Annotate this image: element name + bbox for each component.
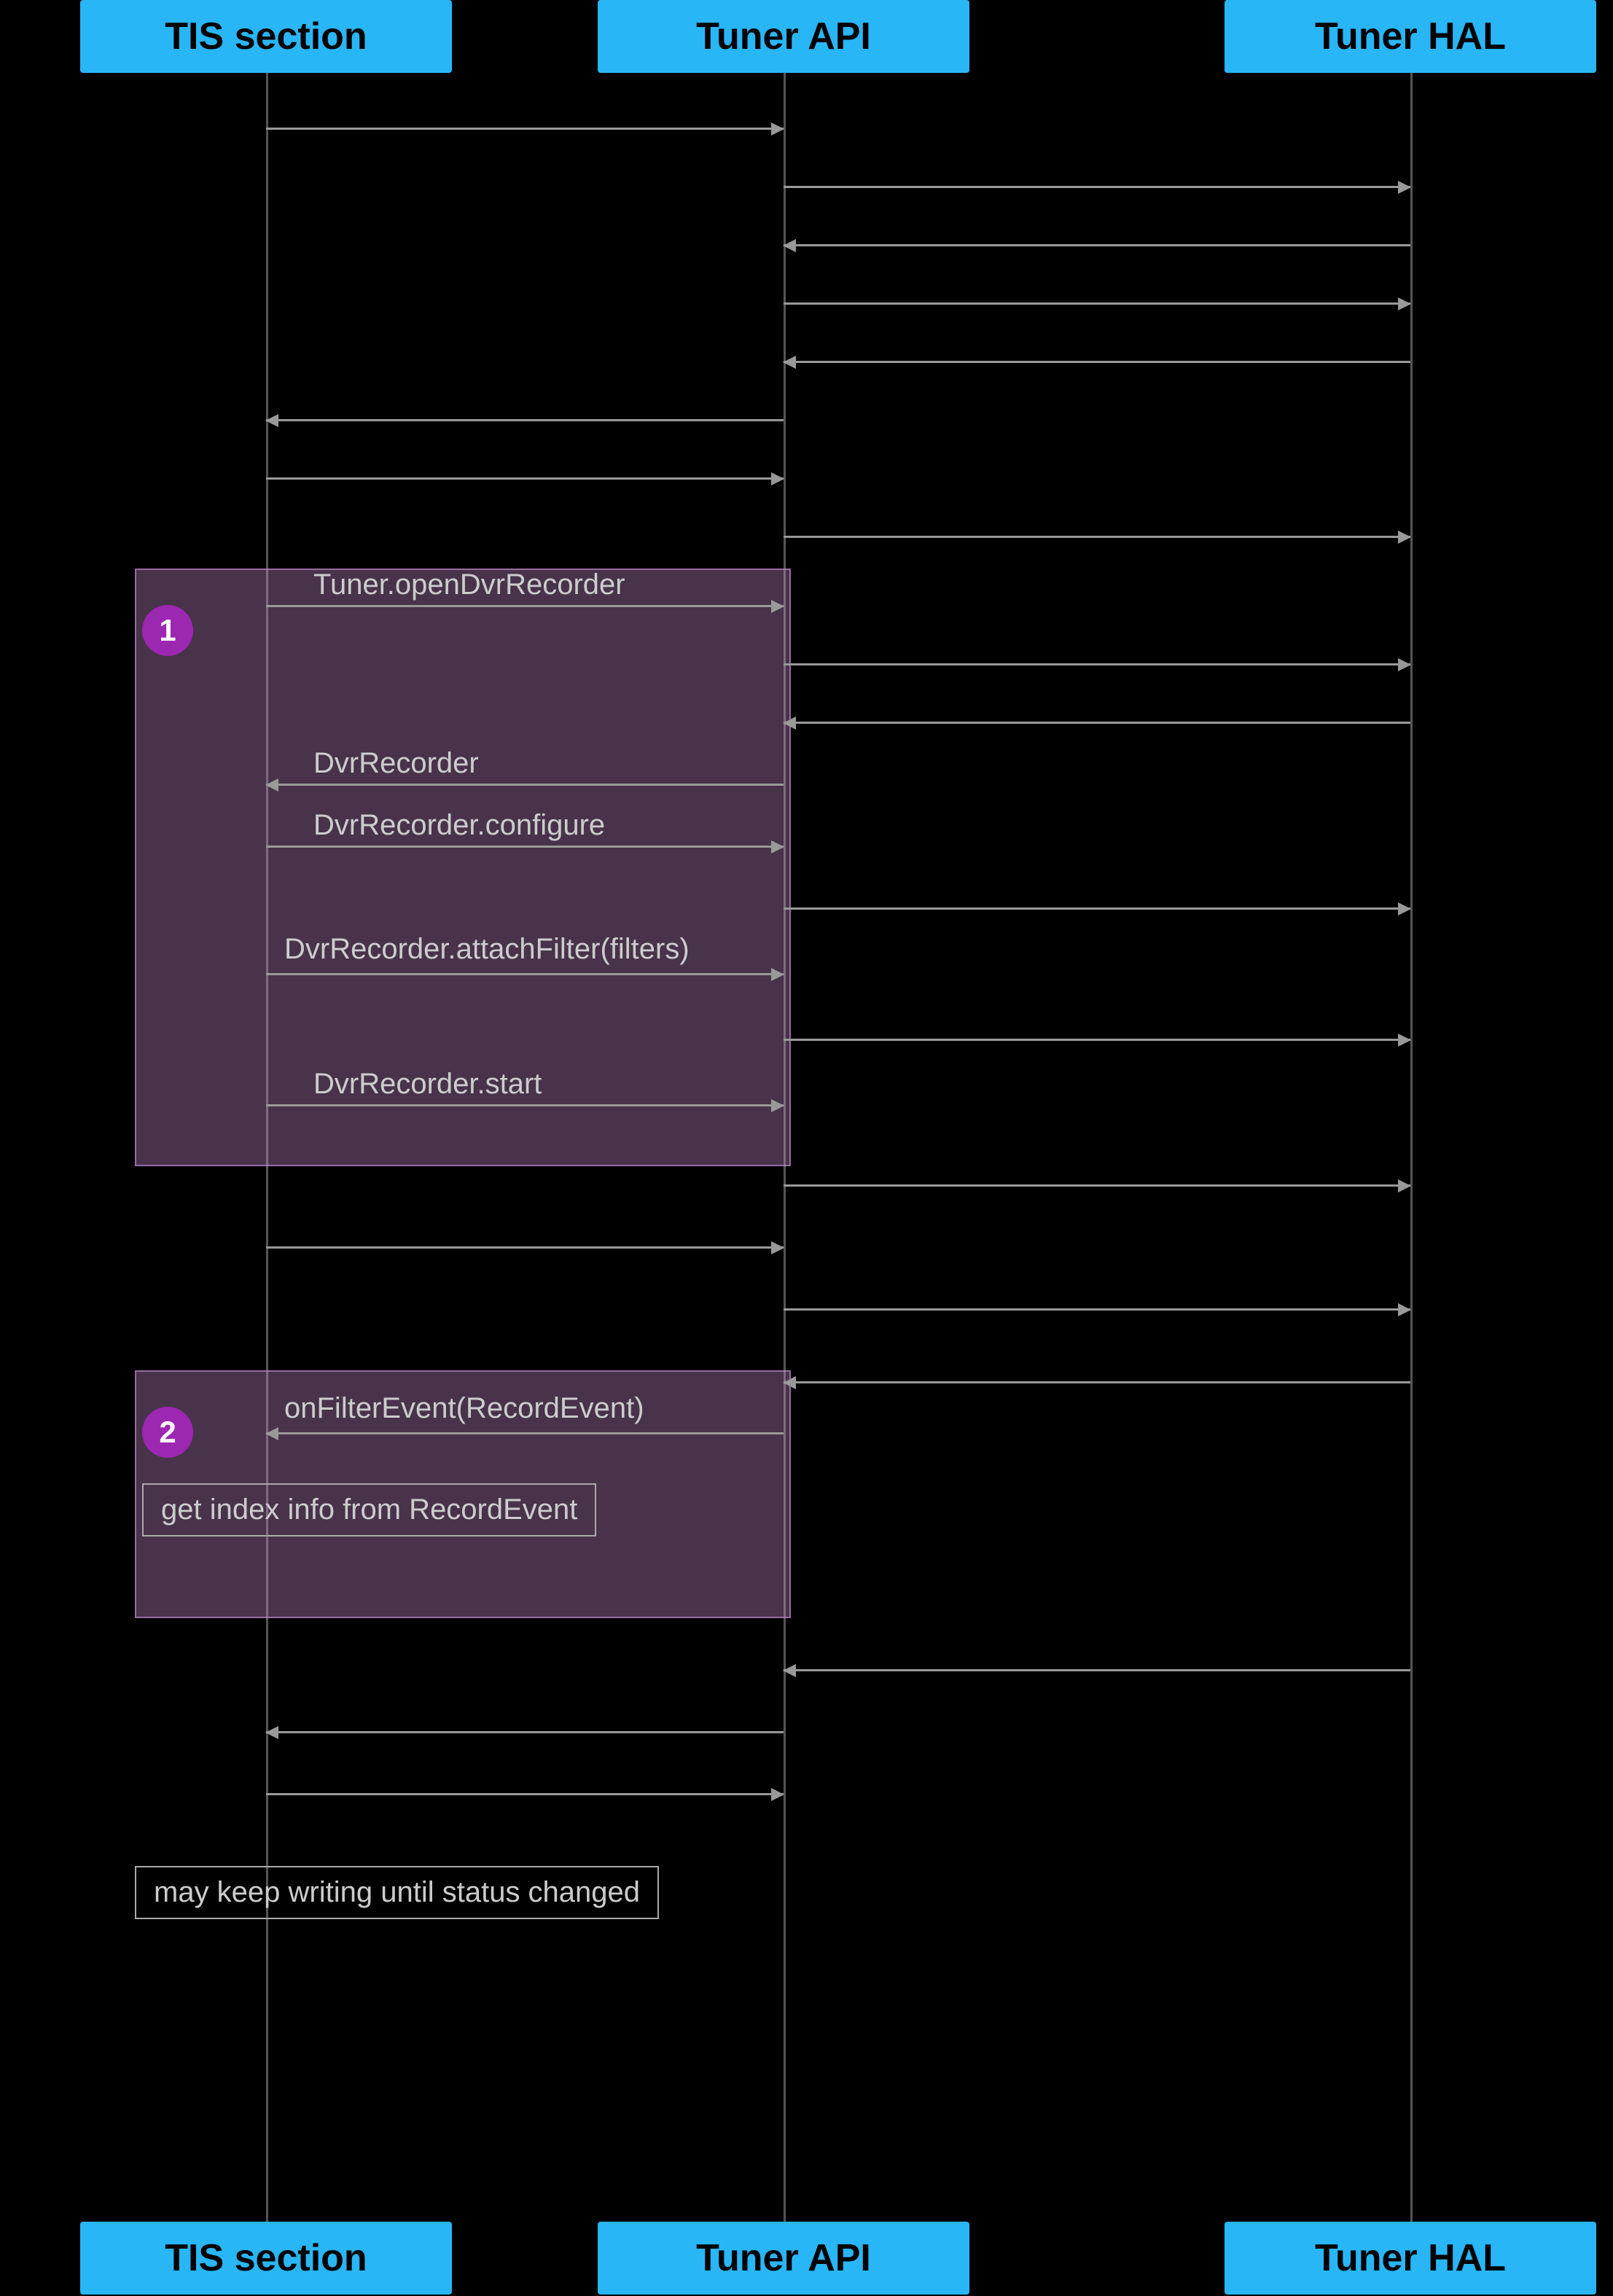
arrow-14 — [266, 1246, 784, 1249]
tuner-api-header-top-label: Tuner API — [696, 15, 871, 58]
sequence-diagram: TIS section Tuner API Tuner HAL 1 Tuner.… — [0, 0, 1613, 2296]
tuner-hal-header-bottom-label: Tuner HAL — [1315, 2236, 1506, 2280]
arrow-7 — [266, 477, 784, 480]
arrow-attach-filter — [266, 973, 784, 975]
arrow-17 — [266, 1731, 784, 1733]
label-on-filter-event: onFilterEvent(RecordEvent) — [284, 1392, 644, 1425]
label-configure: DvrRecorder.configure — [313, 809, 605, 842]
tuner-api-header-bottom-label: Tuner API — [696, 2236, 871, 2280]
step-1-label: 1 — [159, 613, 176, 648]
tuner-hal-header-top-label: Tuner HAL — [1315, 15, 1506, 58]
tuner-hal-header-bottom: Tuner HAL — [1225, 2222, 1596, 2295]
arrow-2 — [784, 186, 1410, 188]
arrow-5 — [784, 361, 1410, 363]
arrow-16 — [784, 1669, 1410, 1671]
arrow-start — [266, 1104, 784, 1106]
arrow-12 — [784, 1039, 1410, 1041]
tis-header-bottom: TIS section — [80, 2222, 452, 2295]
step-1-circle: 1 — [142, 605, 193, 656]
label-open-dvr: Tuner.openDvrRecorder — [313, 569, 625, 601]
arrow-6 — [266, 419, 784, 421]
arrow-15 — [784, 1308, 1410, 1311]
tuner-hal-header-top: Tuner HAL — [1225, 0, 1596, 73]
info-box-writing: may keep writing until status changed — [135, 1866, 659, 1919]
tuner-api-header-bottom: Tuner API — [598, 2222, 969, 2295]
step-2-circle: 2 — [142, 1407, 193, 1458]
info-box-index: get index info from RecordEvent — [142, 1483, 596, 1536]
tis-header-bottom-label: TIS section — [165, 2236, 367, 2280]
arrow-3 — [784, 244, 1410, 246]
step-2-label: 2 — [159, 1415, 176, 1450]
label-attach-filter: DvrRecorder.attachFilter(filters) — [284, 933, 690, 966]
arrow-configure — [266, 846, 784, 848]
label-dvr-recorder: DvrRecorder — [313, 747, 479, 780]
arrow-on-filter-event — [266, 1432, 784, 1434]
arrow-13 — [784, 1184, 1410, 1187]
label-start: DvrRecorder.start — [313, 1068, 542, 1101]
arrow-9 — [784, 663, 1410, 665]
arrow-11 — [784, 907, 1410, 910]
arrow-10 — [784, 722, 1410, 724]
arrow-filter-event-hal — [784, 1381, 1410, 1383]
arrow-open-dvr — [266, 605, 784, 607]
tuner-hal-lifeline — [1410, 73, 1413, 2223]
tuner-api-header-top: Tuner API — [598, 0, 969, 73]
arrow-dvr-recorder — [266, 784, 784, 786]
arrow-8 — [784, 536, 1410, 538]
tis-header-top-label: TIS section — [165, 15, 367, 58]
may-keep-writing-label: may keep writing until status changed — [154, 1876, 640, 1908]
get-index-info-label: get index info from RecordEvent — [161, 1493, 577, 1526]
arrow-18 — [266, 1793, 784, 1795]
arrow-4 — [784, 302, 1410, 305]
arrow-1 — [266, 128, 784, 130]
tis-header-top: TIS section — [80, 0, 452, 73]
